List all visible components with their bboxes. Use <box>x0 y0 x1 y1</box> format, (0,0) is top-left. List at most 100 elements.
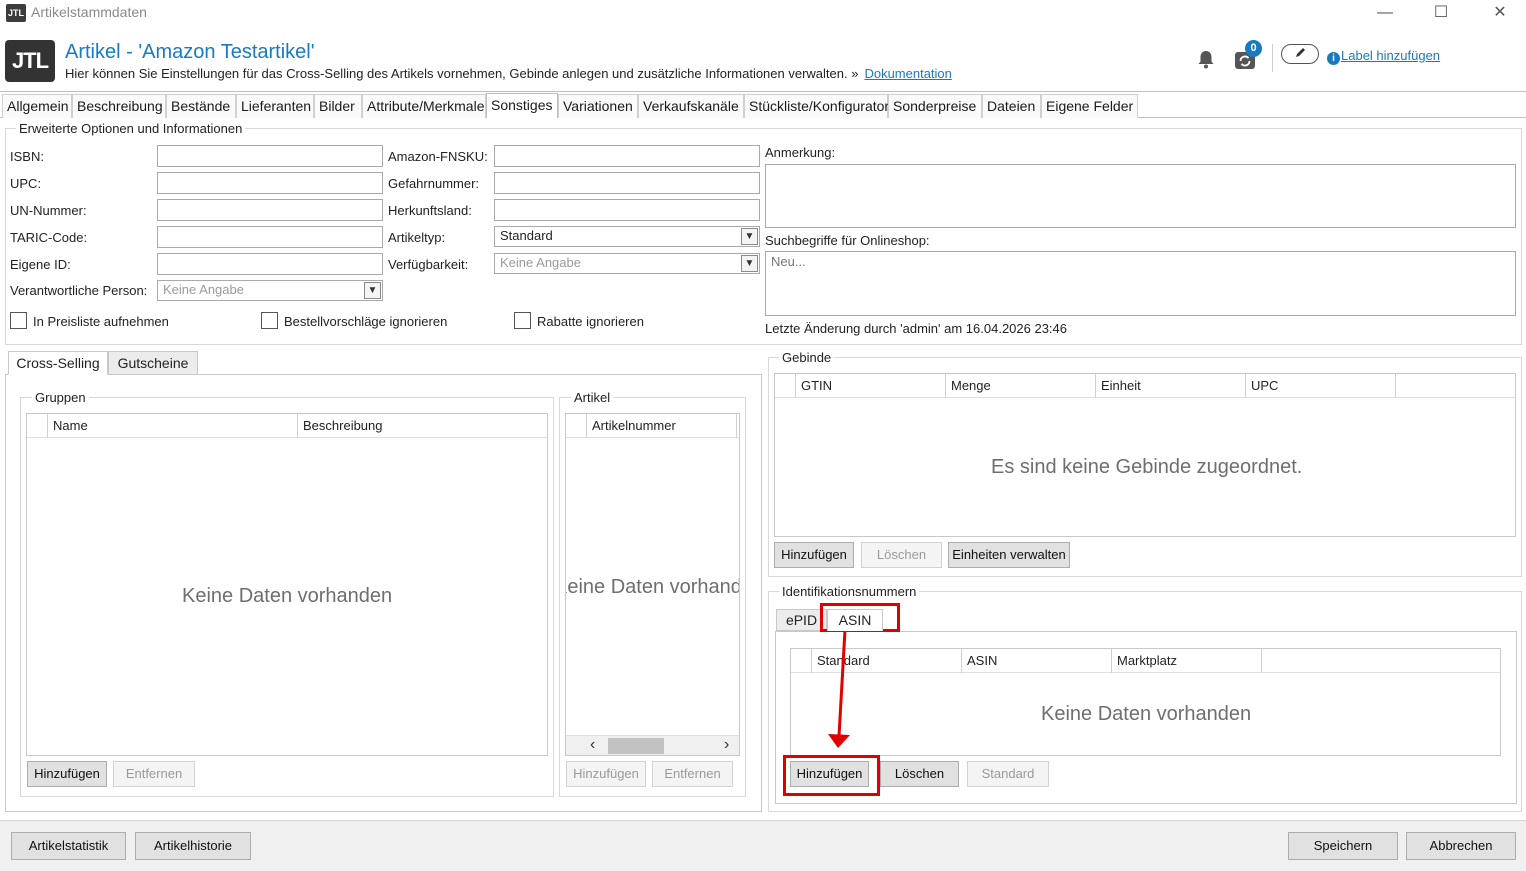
column-header-marketplace[interactable]: Marktplatz <box>1112 649 1262 673</box>
edit-label-button[interactable] <box>1281 44 1319 64</box>
column-header-unit[interactable]: Einheit <box>1096 374 1246 398</box>
tab-verkaufskanaele[interactable]: Verkaufskanäle <box>638 94 744 118</box>
tab-stueckliste[interactable]: Stückliste/Konfigurator <box>744 94 889 118</box>
hazard-number-input[interactable] <box>494 172 760 194</box>
manage-units-button[interactable]: Einheiten verwalten <box>948 542 1070 568</box>
tab-gutscheine[interactable]: Gutscheine <box>108 351 198 375</box>
identifiers-legend: Identifikationsnummern <box>779 584 920 599</box>
asin-grid-header: Standard ASIN Marktplatz <box>791 649 1500 673</box>
chevron-down-icon: ▼ <box>741 255 758 272</box>
article-type-label: Artikeltyp: <box>388 230 446 245</box>
maximize-button[interactable]: ☐ <box>1421 2 1461 24</box>
tab-asin[interactable]: ASIN <box>827 609 883 631</box>
responsible-person-label: Verantwortliche Person: <box>10 283 148 298</box>
tab-allgemein[interactable]: Allgemein <box>2 94 72 118</box>
tab-sonderpreise[interactable]: Sonderpreise <box>888 94 982 118</box>
upc-label: UPC: <box>10 176 42 191</box>
save-button[interactable]: Speichern <box>1288 832 1398 860</box>
search-terms-textarea[interactable] <box>765 251 1516 316</box>
groups-grid-header: Name Beschreibung <box>27 414 547 438</box>
article-type-select[interactable]: Standard ▼ <box>494 226 760 247</box>
articles-grid[interactable]: Artikelnummer Keine Daten vorhanden ‹ › <box>565 413 740 756</box>
eigene-id-label: Eigene ID: <box>10 257 71 272</box>
packaging-add-button[interactable]: Hinzufügen <box>774 542 854 568</box>
groups-add-button[interactable]: Hinzufügen <box>27 761 107 787</box>
scroll-left-icon[interactable]: ‹ <box>590 736 595 754</box>
packaging-delete-button[interactable]: Löschen <box>861 542 942 568</box>
upc-input[interactable] <box>157 172 383 194</box>
column-header-quantity[interactable]: Menge <box>946 374 1096 398</box>
pencil-icon <box>1296 48 1305 57</box>
window-title: Artikelstammdaten <box>31 4 147 20</box>
availability-value: Keine Angabe <box>500 255 581 270</box>
articles-empty-message: Keine Daten vorhanden <box>566 576 739 598</box>
tab-lieferanten[interactable]: Lieferanten <box>236 94 314 118</box>
column-header-gtin[interactable]: GTIN <box>796 374 946 398</box>
articles-remove-button[interactable]: Entfernen <box>652 761 733 787</box>
close-button[interactable]: ✕ <box>1480 2 1520 24</box>
tab-eigene-felder[interactable]: Eigene Felder <box>1041 94 1138 118</box>
asin-delete-button[interactable]: Löschen <box>880 761 959 787</box>
isbn-label: ISBN: <box>10 149 44 164</box>
bell-icon[interactable] <box>1195 48 1217 70</box>
column-header-name[interactable]: Name <box>48 414 298 438</box>
header-divider <box>1272 44 1273 72</box>
packaging-grid-header: GTIN Menge Einheit UPC <box>775 374 1515 398</box>
asin-grid[interactable]: Standard ASIN Marktplatz <box>790 648 1501 756</box>
subtitle-text: Hier können Sie Einstellungen für das Cr… <box>65 66 859 81</box>
fnsku-label: Amazon-FNSKU: <box>388 149 488 164</box>
row-selector-header <box>775 374 796 398</box>
tab-dateien[interactable]: Dateien <box>982 94 1041 118</box>
taric-code-label: TARIC-Code: <box>10 230 88 245</box>
main-tabbar: Allgemein Beschreibung Bestände Lieferan… <box>0 93 1526 118</box>
add-label-link[interactable]: i Label hinzufügen <box>1327 48 1440 65</box>
chevron-down-icon: ▼ <box>364 282 381 299</box>
cancel-button[interactable]: Abbrechen <box>1406 832 1516 860</box>
isbn-input[interactable] <box>157 145 383 167</box>
page-header: JTL Artikel - 'Amazon Testartikel' Hier … <box>0 26 1526 92</box>
availability-select[interactable]: Keine Angabe ▼ <box>494 253 760 274</box>
articles-hscrollbar[interactable]: ‹ › <box>566 735 739 755</box>
ignore-orders-checkbox[interactable] <box>261 312 278 329</box>
scroll-thumb[interactable] <box>608 738 664 754</box>
taric-code-input[interactable] <box>157 226 383 248</box>
column-header-upc[interactable]: UPC <box>1246 374 1396 398</box>
asin-empty-message: Keine Daten vorhanden <box>1041 703 1252 725</box>
origin-country-input[interactable] <box>494 199 760 221</box>
tab-bilder[interactable]: Bilder <box>314 94 362 118</box>
column-header-description[interactable]: Beschreibung <box>298 414 548 438</box>
tab-sonstiges[interactable]: Sonstiges <box>486 93 558 118</box>
tab-attribute[interactable]: Attribute/Merkmale <box>362 94 486 118</box>
column-header-article-number[interactable]: Artikelnummer <box>587 414 737 438</box>
tab-beschreibung[interactable]: Beschreibung <box>72 94 166 118</box>
asin-standard-button[interactable]: Standard <box>967 761 1049 787</box>
eigene-id-input[interactable] <box>157 253 383 275</box>
pricelist-checkbox[interactable] <box>10 312 27 329</box>
article-history-button[interactable]: Artikelhistorie <box>135 832 251 860</box>
column-header-asin[interactable]: ASIN <box>962 649 1112 673</box>
chevron-down-icon: ▼ <box>741 228 758 245</box>
ignore-discounts-checkbox[interactable] <box>514 312 531 329</box>
tab-cross-selling[interactable]: Cross-Selling <box>8 351 108 375</box>
page-subtitle: Hier können Sie Einstellungen für das Cr… <box>65 66 952 81</box>
pricelist-checkbox-label: In Preisliste aufnehmen <box>33 314 169 329</box>
documentation-link[interactable]: Dokumentation <box>864 66 951 81</box>
scroll-right-icon[interactable]: › <box>724 736 729 754</box>
un-number-input[interactable] <box>157 199 383 221</box>
add-label-text: Label hinzufügen <box>1341 48 1441 63</box>
groups-remove-button[interactable]: Entfernen <box>113 761 195 787</box>
minimize-button[interactable]: — <box>1365 2 1405 24</box>
note-textarea[interactable] <box>765 164 1516 228</box>
article-statistics-button[interactable]: Artikelstatistik <box>11 832 126 860</box>
tab-variationen[interactable]: Variationen <box>558 94 638 118</box>
row-selector-header <box>27 414 48 438</box>
tab-bestaende[interactable]: Bestände <box>166 94 236 118</box>
fnsku-input[interactable] <box>494 145 760 167</box>
responsible-person-select[interactable]: Keine Angabe ▼ <box>157 280 383 301</box>
row-selector-header <box>566 414 587 438</box>
articles-add-button[interactable]: Hinzufügen <box>566 761 646 787</box>
packaging-empty-message: Es sind keine Gebinde zugeordnet. <box>991 456 1303 478</box>
packaging-legend: Gebinde <box>779 350 835 365</box>
packaging-grid[interactable]: GTIN Menge Einheit UPC <box>774 373 1516 537</box>
articles-legend: Artikel <box>571 390 614 405</box>
